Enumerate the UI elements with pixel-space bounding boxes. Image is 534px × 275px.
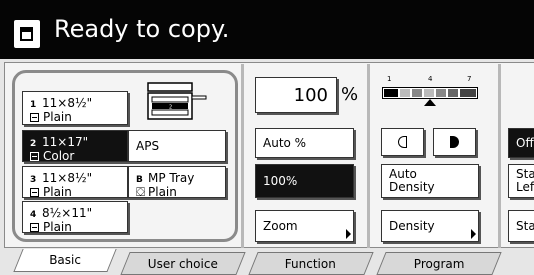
staple-left-label-2: Lef bbox=[516, 180, 534, 194]
paper-tray-icon bbox=[30, 113, 39, 122]
off-button[interactable]: Off bbox=[508, 128, 534, 158]
mp-tray-icon: ⛋ bbox=[136, 185, 146, 199]
density-scale-high: 7 bbox=[467, 75, 472, 83]
tab-user-choice[interactable]: User choice bbox=[120, 252, 246, 275]
off-label: Off bbox=[516, 136, 534, 150]
tab-function-label: Function bbox=[285, 256, 337, 271]
mp-tray-button[interactable]: B MP Tray ⛋ Plain bbox=[128, 166, 226, 198]
density-darker-button[interactable] bbox=[433, 128, 476, 156]
density-scale-mid: 4 bbox=[428, 75, 433, 83]
density-lighter-button[interactable] bbox=[381, 128, 424, 156]
zoom-100-label: 100% bbox=[263, 174, 298, 188]
tab-user-choice-label: User choice bbox=[147, 256, 219, 271]
cassette-2-button[interactable]: 2 11×17" Color bbox=[22, 130, 128, 162]
aps-label: APS bbox=[136, 139, 160, 153]
cassette-number: 1 bbox=[30, 100, 37, 110]
density-pointer-icon bbox=[424, 99, 436, 106]
tab-basic-label: Basic bbox=[49, 253, 82, 267]
paper-size: 11×8½" bbox=[42, 96, 93, 110]
zoom-100-button[interactable]: 100% bbox=[255, 164, 354, 198]
density-label: Density bbox=[389, 219, 435, 233]
auto-zoom-label: Auto % bbox=[263, 136, 307, 150]
status-message: Ready to copy. bbox=[54, 15, 230, 43]
copy-mode-icon bbox=[14, 20, 40, 48]
paper-tray-icon bbox=[30, 188, 39, 197]
tab-basic[interactable]: Basic bbox=[13, 249, 117, 272]
density-scale-low: 1 bbox=[387, 75, 392, 83]
paper-type: Color bbox=[43, 149, 75, 163]
cassette-4-button[interactable]: 4 8½×11" Plain bbox=[22, 201, 128, 233]
staple-button[interactable]: Sta bbox=[508, 210, 534, 242]
zoom-button[interactable]: Zoom bbox=[255, 210, 354, 242]
paper-tray-icon bbox=[30, 223, 39, 232]
paper-size: 11×17" bbox=[42, 135, 89, 149]
auto-zoom-button[interactable]: Auto % bbox=[255, 128, 354, 158]
density-button[interactable]: Density bbox=[381, 210, 479, 242]
cassette-number: 2 bbox=[30, 139, 37, 149]
mp-tray-name: MP Tray bbox=[148, 171, 195, 185]
column-divider bbox=[367, 64, 370, 248]
aps-button[interactable]: APS bbox=[128, 130, 226, 162]
tab-program-label: Program bbox=[413, 256, 465, 271]
paper-type: Plain bbox=[43, 220, 72, 234]
zoom-unit: % bbox=[341, 84, 359, 105]
paper-type: Plain bbox=[43, 110, 72, 124]
zoom-value: 100 bbox=[293, 85, 328, 106]
zoom-label: Zoom bbox=[263, 219, 298, 233]
darker-icon bbox=[450, 136, 459, 148]
zoom-value-display: 100 bbox=[255, 77, 337, 113]
cassette-number: 3 bbox=[30, 175, 37, 185]
staple-left-button[interactable]: Sta Lef bbox=[508, 164, 534, 198]
paper-type: Plain bbox=[43, 185, 72, 199]
paper-type: Plain bbox=[148, 185, 177, 199]
auto-density-button[interactable]: Auto Density bbox=[381, 164, 479, 198]
column-divider bbox=[498, 64, 501, 248]
lighter-icon bbox=[398, 136, 407, 148]
density-level-bar bbox=[382, 84, 478, 99]
tab-program[interactable]: Program bbox=[376, 252, 502, 275]
tab-function[interactable]: Function bbox=[248, 252, 374, 275]
copier-machine-icon: 2 bbox=[144, 80, 210, 122]
paper-tray-icon bbox=[30, 152, 39, 161]
auto-density-label-2: Density bbox=[389, 180, 435, 194]
paper-size: 11×8½" bbox=[42, 171, 93, 185]
column-divider bbox=[241, 64, 244, 248]
cassette-1-button[interactable]: 1 11×8½" Plain bbox=[22, 91, 128, 125]
cassette-number: 4 bbox=[30, 210, 37, 220]
staple-label: Sta bbox=[516, 219, 534, 233]
cassette-3-button[interactable]: 3 11×8½" Plain bbox=[22, 166, 128, 198]
paper-size: 8½×11" bbox=[42, 206, 93, 220]
